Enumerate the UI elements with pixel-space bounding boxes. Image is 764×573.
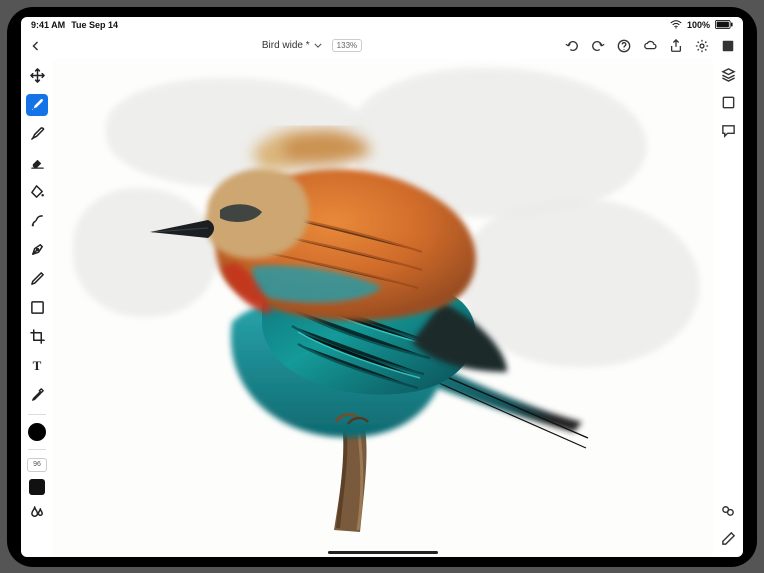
vector-brush-tool[interactable]	[26, 210, 48, 232]
cloud-sync-icon[interactable]	[643, 39, 657, 53]
right-panel-rail	[713, 59, 743, 557]
blend-brush-tool[interactable]	[26, 123, 48, 145]
battery-icon	[715, 20, 733, 29]
battery-percent: 100%	[687, 20, 710, 30]
crop-tool[interactable]	[26, 326, 48, 348]
ipad-device-frame: 9:41 AM Tue Sep 14 100%	[7, 7, 757, 567]
chevron-down-icon	[314, 43, 322, 48]
fill-tool[interactable]	[26, 181, 48, 203]
settings-button[interactable]	[695, 39, 709, 53]
brush-size-value[interactable]: 96	[27, 458, 47, 472]
rail-separator	[28, 449, 46, 450]
shape-tool[interactable]	[26, 297, 48, 319]
layers-panel-button[interactable]	[720, 67, 736, 83]
app-toolbar: Bird wide * 133%	[21, 33, 743, 59]
foreground-color-chip[interactable]	[28, 423, 46, 441]
wifi-icon	[670, 20, 682, 29]
text-tool[interactable]: T	[26, 355, 48, 377]
fullscreen-button[interactable]	[721, 39, 735, 53]
paintbrush-tool[interactable]	[26, 94, 48, 116]
artwork-bird	[112, 92, 602, 542]
properties-panel-button[interactable]	[720, 95, 736, 111]
zoom-level[interactable]: 133%	[332, 39, 362, 52]
left-tool-rail: T 96	[21, 59, 53, 557]
back-button[interactable]	[29, 39, 43, 53]
edit-panel-button[interactable]	[720, 531, 736, 547]
canvas[interactable]	[53, 59, 713, 557]
undo-button[interactable]	[565, 39, 579, 53]
precision-panel-button[interactable]	[720, 503, 736, 519]
water-flow-tool[interactable]	[26, 502, 48, 524]
status-time: 9:41 AM	[31, 20, 65, 30]
pen-tool[interactable]	[26, 239, 48, 261]
artwork-branch	[334, 422, 367, 532]
help-button[interactable]	[617, 39, 631, 53]
status-bar: 9:41 AM Tue Sep 14 100%	[21, 17, 743, 33]
redo-button[interactable]	[591, 39, 605, 53]
eyedropper-tool[interactable]	[26, 384, 48, 406]
rail-separator	[28, 414, 46, 415]
brush-swatch[interactable]	[29, 479, 45, 495]
share-button[interactable]	[669, 39, 683, 53]
comments-panel-button[interactable]	[720, 123, 736, 139]
document-title: Bird wide *	[262, 40, 310, 51]
main-area: T 96	[21, 59, 743, 557]
home-indicator[interactable]	[328, 551, 438, 554]
transform-tool[interactable]	[26, 65, 48, 87]
document-title-dropdown[interactable]: Bird wide *	[262, 40, 322, 51]
status-date: Tue Sep 14	[71, 20, 118, 30]
draw-tool[interactable]	[26, 268, 48, 290]
eraser-tool[interactable]	[26, 152, 48, 174]
screen: 9:41 AM Tue Sep 14 100%	[21, 17, 743, 557]
